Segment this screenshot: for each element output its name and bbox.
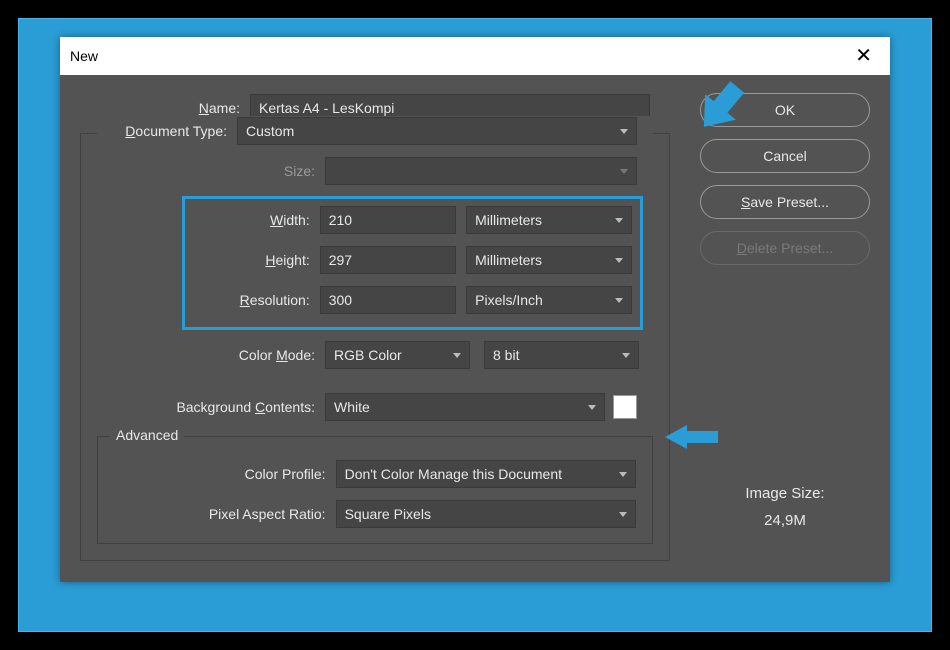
new-document-dialog: New ✕ Name: Kertas A4 - LesKompi Documen… bbox=[60, 37, 890, 582]
width-unit-select[interactable]: Millimeters bbox=[466, 206, 632, 234]
width-label: Width: bbox=[193, 212, 320, 228]
advanced-group: Advanced Color Profile: Don't Color Mana… bbox=[97, 436, 653, 544]
dialog-body: Name: Kertas A4 - LesKompi Document Type… bbox=[60, 75, 890, 582]
size-label: Size: bbox=[97, 163, 325, 179]
color-mode-label: Color Mode: bbox=[97, 347, 325, 363]
width-row: Width: 210 Millimeters bbox=[193, 205, 632, 235]
bg-contents-label: Background Contents: bbox=[97, 399, 325, 415]
bg-contents-select[interactable]: White bbox=[325, 393, 605, 421]
dialog-titlebar: New ✕ bbox=[60, 37, 890, 75]
resolution-unit-select[interactable]: Pixels/Inch bbox=[466, 286, 632, 314]
size-row: Size: bbox=[97, 156, 653, 186]
color-depth-select[interactable]: 8 bit bbox=[484, 341, 639, 369]
height-label: Height: bbox=[193, 252, 320, 268]
form-area: Name: Kertas A4 - LesKompi Document Type… bbox=[80, 93, 670, 561]
color-mode-row: Color Mode: RGB Color 8 bit bbox=[97, 340, 653, 370]
height-row: Height: 297 Millimeters bbox=[193, 245, 632, 275]
document-settings-group: Document Type: Custom Size: Width: 210 M… bbox=[80, 133, 670, 561]
image-size-label: Image Size: bbox=[700, 485, 870, 502]
bg-color-swatch[interactable] bbox=[613, 395, 637, 419]
height-unit-select[interactable]: Millimeters bbox=[466, 246, 632, 274]
color-profile-select[interactable]: Don't Color Manage this Document bbox=[336, 460, 636, 488]
pixel-aspect-label: Pixel Aspect Ratio: bbox=[114, 506, 336, 522]
close-icon[interactable]: ✕ bbox=[847, 42, 880, 70]
height-input[interactable]: 297 bbox=[320, 246, 457, 274]
advanced-legend: Advanced bbox=[110, 427, 184, 443]
document-type-label: Document Type: bbox=[97, 123, 237, 139]
color-mode-select[interactable]: RGB Color bbox=[325, 341, 470, 369]
cancel-button[interactable]: Cancel bbox=[700, 139, 870, 173]
resolution-label: Resolution: bbox=[193, 292, 320, 308]
delete-preset-button[interactable]: Delete Preset... bbox=[700, 231, 870, 265]
button-column: OK Cancel Save Preset... Delete Preset..… bbox=[700, 93, 870, 529]
size-select[interactable] bbox=[325, 157, 637, 185]
image-size-display: Image Size: 24,9M bbox=[700, 485, 870, 529]
name-label: Name: bbox=[80, 100, 250, 116]
dialog-title: New bbox=[70, 48, 847, 64]
width-input[interactable]: 210 bbox=[320, 206, 457, 234]
pixel-aspect-row: Pixel Aspect Ratio: Square Pixels bbox=[114, 499, 636, 529]
save-preset-button[interactable]: Save Preset... bbox=[700, 185, 870, 219]
resolution-input[interactable]: 300 bbox=[320, 286, 457, 314]
resolution-row: Resolution: 300 Pixels/Inch bbox=[193, 285, 632, 315]
color-profile-row: Color Profile: Don't Color Manage this D… bbox=[114, 459, 636, 489]
bg-contents-row: Background Contents: White bbox=[97, 392, 653, 422]
pixel-aspect-select[interactable]: Square Pixels bbox=[336, 500, 636, 528]
dimensions-highlight: Width: 210 Millimeters Height: 297 Milli… bbox=[182, 196, 643, 330]
document-type-select[interactable]: Custom bbox=[237, 117, 637, 145]
color-profile-label: Color Profile: bbox=[114, 466, 336, 482]
ok-button[interactable]: OK bbox=[700, 93, 870, 127]
image-size-value: 24,9M bbox=[700, 512, 870, 529]
document-type-row: Document Type: Custom bbox=[97, 116, 653, 146]
